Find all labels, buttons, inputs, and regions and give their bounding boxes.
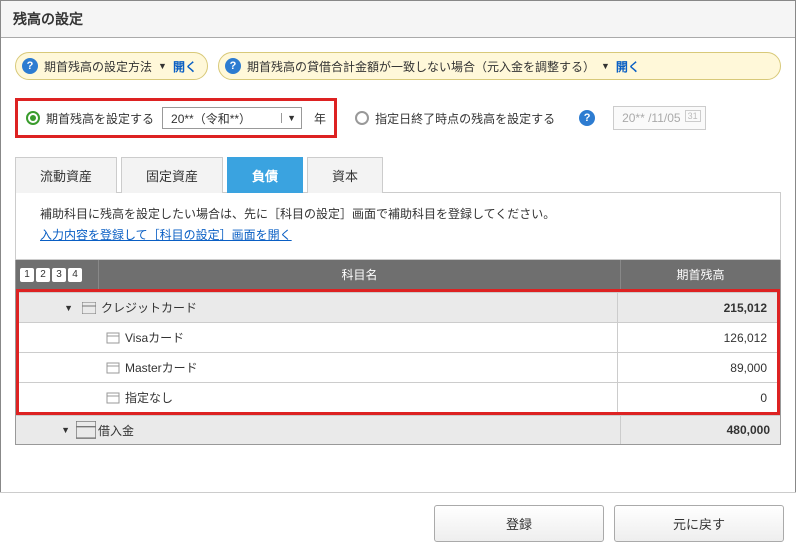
tab-fixed-assets[interactable]: 固定資産	[121, 157, 223, 193]
sub-account-icon	[103, 362, 123, 374]
dropdown-icon: ▼	[601, 61, 610, 71]
help-icon[interactable]: ?	[579, 110, 595, 126]
sub-account-icon	[103, 392, 123, 404]
highlight-box-rows: ▼ クレジットカード 215,012 Visaカード 126,012 Maste…	[16, 289, 780, 415]
era-select[interactable]: 20**（令和**） ▼	[162, 107, 302, 129]
row-master[interactable]: Masterカード 89,000	[19, 352, 777, 382]
col-account-name: 科目名	[98, 260, 620, 289]
revert-button[interactable]: 元に戻す	[614, 505, 784, 542]
collapse-icon[interactable]: ▼	[16, 425, 76, 435]
collapse-icon[interactable]: ▼	[19, 303, 79, 313]
account-icon	[79, 302, 99, 314]
note-text: 補助科目に残高を設定したい場合は、先に［科目の設定］画面で補助科目を登録してくだ…	[40, 205, 756, 222]
row-loan[interactable]: ▼ 借入金 480,000	[16, 415, 780, 445]
sub-account-icon	[103, 332, 123, 344]
help-pill-howto[interactable]: ? 期首残高の設定方法 ▼ 開く	[15, 52, 208, 80]
tab-liabilities[interactable]: 負債	[227, 157, 303, 193]
row-unspecified[interactable]: 指定なし 0	[19, 382, 777, 412]
page-title: 残高の設定	[1, 1, 795, 38]
level-indicators[interactable]: 1234	[16, 260, 98, 289]
help-pill-mismatch[interactable]: ? 期首残高の貸借合計金額が一致しない場合（元入金を調整する） ▼ 開く	[218, 52, 781, 80]
radio-end-of-day[interactable]: 指定日終了時点の残高を設定する	[355, 110, 555, 127]
col-opening-balance: 期首残高	[620, 260, 780, 289]
highlight-box-opening-balance: 期首残高を設定する 20**（令和**） ▼ 年	[15, 98, 337, 138]
account-icon	[76, 421, 96, 438]
dropdown-icon: ▼	[281, 113, 301, 123]
help-icon: ?	[225, 58, 241, 74]
tab-capital[interactable]: 資本	[307, 157, 383, 193]
note-link[interactable]: 入力内容を登録して［科目の設定］画面を開く	[40, 228, 292, 242]
tab-current-assets[interactable]: 流動資産	[15, 157, 117, 193]
radio-off-icon	[355, 111, 369, 125]
register-button[interactable]: 登録	[434, 505, 604, 542]
row-credit-card[interactable]: ▼ クレジットカード 215,012	[19, 292, 777, 322]
date-input-disabled: 20** /11/05	[613, 106, 706, 130]
radio-on-icon	[26, 111, 40, 125]
grid-header: 1234 科目名 期首残高	[16, 260, 780, 289]
dropdown-icon: ▼	[158, 61, 167, 71]
help-icon: ?	[22, 58, 38, 74]
radio-opening-balance[interactable]: 期首残高を設定する	[26, 110, 154, 127]
row-visa[interactable]: Visaカード 126,012	[19, 322, 777, 352]
